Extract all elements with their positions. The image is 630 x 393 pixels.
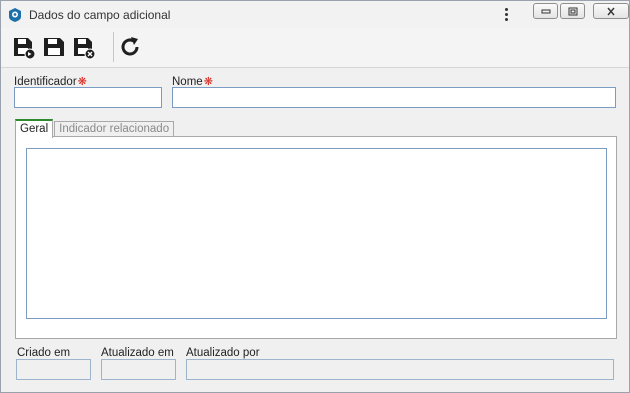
created-field[interactable] <box>16 359 91 380</box>
toolbar <box>1 28 629 68</box>
description-textarea[interactable] <box>26 148 607 319</box>
more-options-icon[interactable] <box>500 6 512 24</box>
tab-related-indicator[interactable]: Indicador relacionado <box>54 121 175 137</box>
updated-label: Atualizado em <box>101 347 174 359</box>
minimize-icon <box>541 9 550 14</box>
save-new-icon[interactable] <box>12 35 36 59</box>
title-bar[interactable]: Dados do campo adicional <box>1 1 629 28</box>
window-title: Dados do campo adicional <box>29 8 171 22</box>
updated-by-field[interactable] <box>186 359 614 380</box>
toolbar-separator <box>113 32 114 62</box>
tab-panel-general <box>15 136 617 339</box>
updated-by-label: Atualizado por <box>186 347 260 359</box>
minimize-button[interactable] <box>533 3 558 19</box>
identifier-input[interactable] <box>14 87 162 108</box>
updated-field[interactable] <box>101 359 176 380</box>
save-icon[interactable] <box>42 35 66 59</box>
close-icon <box>607 7 615 15</box>
maximize-icon <box>568 7 577 15</box>
tab-strip: Geral Indicador relacionado <box>15 119 175 138</box>
maximize-button[interactable] <box>560 3 585 19</box>
name-input[interactable] <box>172 87 616 108</box>
dialog-window: Dados do campo adicional Identificador❋ … <box>0 0 630 393</box>
refresh-icon[interactable] <box>118 35 142 59</box>
app-logo-icon <box>9 8 21 22</box>
close-button[interactable] <box>593 3 629 19</box>
save-close-icon[interactable] <box>72 35 96 59</box>
tab-general[interactable]: Geral <box>15 119 54 138</box>
created-label: Criado em <box>17 347 71 359</box>
